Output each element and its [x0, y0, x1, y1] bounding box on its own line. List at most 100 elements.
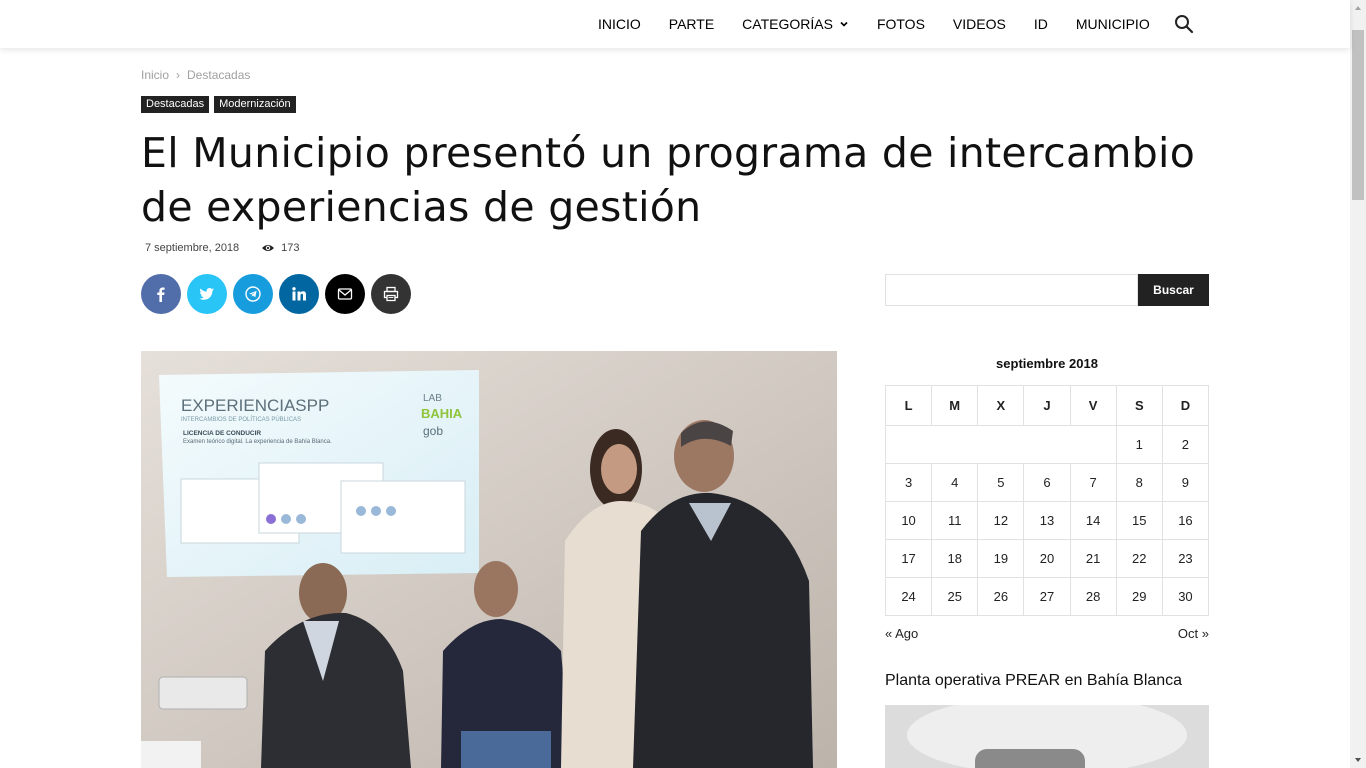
calendar-day: 30 [1161, 577, 1210, 616]
tag-destacadas[interactable]: Destacadas [141, 96, 210, 113]
nav-item-videos[interactable]: VIDEOS [939, 0, 1020, 48]
weekday-header: D [1161, 385, 1210, 426]
twitter-icon [199, 288, 214, 300]
nav-item-categorias[interactable]: CATEGORÍAS [728, 0, 863, 48]
calendar-day: 12 [977, 501, 1025, 540]
breadcrumb-home[interactable]: Inicio [141, 68, 169, 82]
search-submit-button[interactable]: Buscar [1138, 274, 1209, 306]
weekday-header: L [884, 385, 933, 426]
weekday-header: J [1023, 385, 1071, 426]
nav-item-municipio[interactable]: MUNICIPIO [1062, 0, 1164, 48]
calendar-day: 8 [1115, 463, 1163, 502]
main-nav: INICIO PARTE CATEGORÍAS FOTOS VIDEOS ID … [584, 0, 1164, 48]
calendar-day: 4 [931, 463, 979, 502]
calendar-day: 18 [931, 539, 979, 578]
page-scrollbar[interactable] [1350, 0, 1366, 768]
calendar-day: 19 [977, 539, 1025, 578]
calendar-day: 2 [1161, 425, 1210, 464]
nav-item-categorias-label: CATEGORÍAS [742, 16, 833, 32]
linkedin-icon [292, 287, 306, 301]
sidebar-search-input[interactable] [885, 274, 1138, 306]
weekday-header: S [1115, 385, 1163, 426]
article-meta: 7 septiembre, 2018 173 [145, 242, 300, 254]
scroll-up-arrow-icon[interactable] [1350, 0, 1366, 16]
calendar-day: 26 [977, 577, 1025, 616]
calendar-day: 20 [1023, 539, 1071, 578]
weekday-header: X [977, 385, 1025, 426]
article-featured-image: EXPERIENCIASPP INTERCAMBIOS DE POLÍTICAS… [141, 351, 837, 768]
calendar-day: 23 [1161, 539, 1210, 578]
calendar-day: 17 [884, 539, 933, 578]
slide-line-2: Examen teórico digital. La experiencia d… [183, 439, 332, 445]
sidebar-post-title[interactable]: Planta operativa PREAR en Bahía Blanca [885, 672, 1182, 690]
calendar-day: 13 [1023, 501, 1071, 540]
share-email-button[interactable] [325, 274, 365, 314]
nav-item-inicio[interactable]: INICIO [584, 0, 655, 48]
sidebar-thumbnail-photo [885, 705, 1209, 768]
calendar-week-row: 3 4 5 6 7 8 9 [884, 463, 1210, 502]
sidebar-search: Buscar [885, 274, 1209, 306]
view-count-value: 173 [281, 242, 300, 254]
telegram-icon [245, 286, 261, 302]
slide-line-1: LICENCIA DE CONDUCIR [183, 430, 261, 437]
calendar-day: 1 [1115, 425, 1163, 464]
eye-icon [262, 245, 275, 251]
calendar-day: 22 [1115, 539, 1163, 578]
calendar-day: 5 [977, 463, 1025, 502]
calendar-day: 7 [1069, 463, 1117, 502]
share-twitter-button[interactable] [187, 274, 227, 314]
calendar-day: 15 [1115, 501, 1163, 540]
article-date: 7 septiembre, 2018 [145, 242, 240, 254]
tag-modernizacion[interactable]: Modernización [214, 96, 296, 113]
calendar-empty-cell [885, 425, 1117, 464]
slide-logo-gob: gob [423, 424, 443, 438]
share-print-button[interactable] [371, 274, 411, 314]
scroll-down-arrow-icon[interactable] [1350, 752, 1366, 768]
nav-item-parte[interactable]: PARTE [655, 0, 728, 48]
calendar-day: 14 [1069, 501, 1117, 540]
calendar-week-row: 1 2 [885, 425, 1210, 464]
weekday-header: V [1069, 385, 1117, 426]
calendar-day: 3 [884, 463, 933, 502]
share-linkedin-button[interactable] [279, 274, 319, 314]
calendar-next-link[interactable]: Oct » [1178, 626, 1209, 641]
calendar-week-row: 17 18 19 20 21 22 23 [884, 539, 1210, 578]
slide-logo-lab: LAB [423, 393, 442, 404]
breadcrumb-separator: › [176, 68, 181, 82]
calendar-day: 9 [1161, 463, 1210, 502]
calendar-week-row: 10 11 12 13 14 15 16 [884, 501, 1210, 540]
calendar-day: 27 [1023, 577, 1071, 616]
nav-item-fotos[interactable]: FOTOS [863, 0, 939, 48]
breadcrumb: Inicio › Destacadas [141, 68, 250, 82]
calendar-day: 6 [1023, 463, 1071, 502]
search-icon[interactable] [1172, 12, 1196, 36]
slide-logo-bahia: BAHIA [421, 406, 463, 421]
breadcrumb-current[interactable]: Destacadas [187, 68, 250, 82]
share-telegram-button[interactable] [233, 274, 273, 314]
calendar-day: 10 [884, 501, 933, 540]
facebook-icon [157, 287, 165, 302]
calendar-weekday-row: L M X J V S D [884, 385, 1210, 426]
calendar-day: 21 [1069, 539, 1117, 578]
category-tags: Destacadas Modernización [141, 96, 296, 113]
calendar-table: L M X J V S D 1 2 3 4 5 6 7 8 9 10 11 12… [884, 385, 1210, 616]
email-icon [337, 288, 353, 300]
share-facebook-button[interactable] [141, 274, 181, 314]
chevron-down-icon [840, 21, 848, 27]
share-buttons [141, 274, 411, 314]
article-title: El Municipio presentó un programa de int… [141, 129, 1196, 231]
calendar-day: 25 [931, 577, 979, 616]
calendar-day: 24 [884, 577, 933, 616]
top-navbar: INICIO PARTE CATEGORÍAS FOTOS VIDEOS ID … [0, 0, 1350, 48]
print-icon [383, 286, 399, 302]
sidebar-post-thumbnail[interactable] [885, 705, 1209, 768]
scroll-thumb[interactable] [1352, 30, 1364, 200]
featured-photo: EXPERIENCIASPP INTERCAMBIOS DE POLÍTICAS… [141, 351, 837, 768]
weekday-header: M [931, 385, 979, 426]
nav-item-id[interactable]: ID [1020, 0, 1062, 48]
view-count: 173 [261, 242, 300, 254]
calendar-prev-link[interactable]: « Ago [885, 626, 918, 641]
calendar-day: 11 [931, 501, 979, 540]
slide-title: EXPERIENCIASPP [181, 396, 329, 415]
calendar-caption: septiembre 2018 [996, 356, 1098, 371]
